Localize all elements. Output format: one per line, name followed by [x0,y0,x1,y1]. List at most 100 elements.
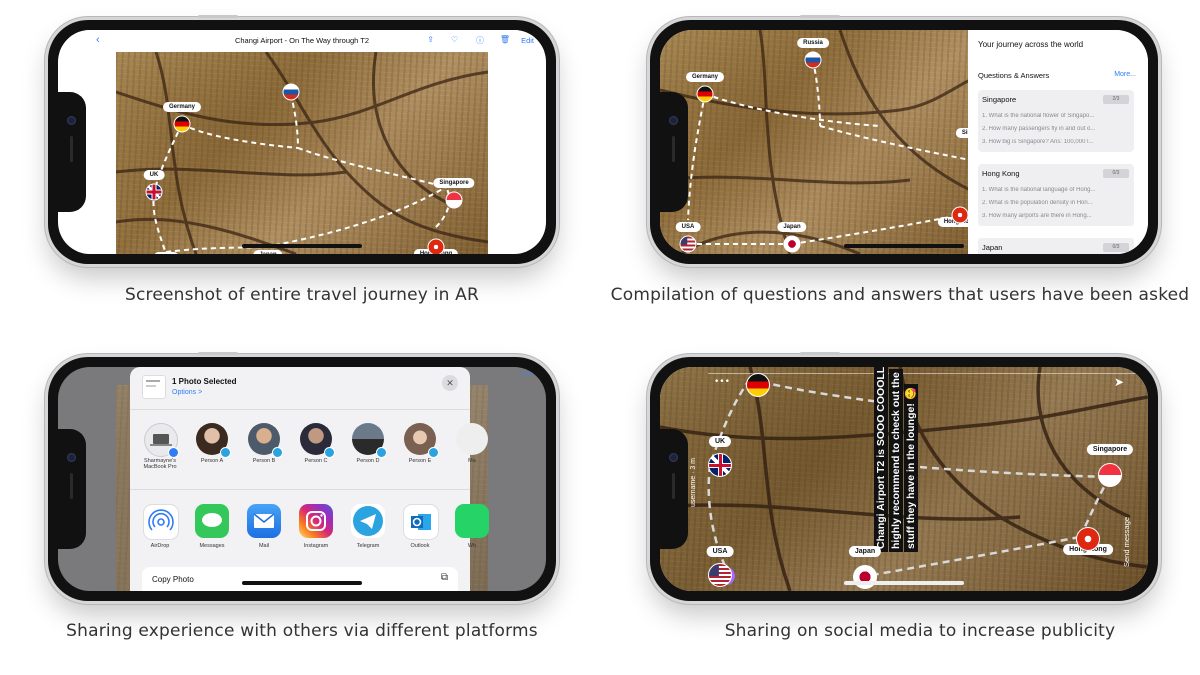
qa-card-singapore[interactable]: Singapore 2/3 1. What is the national fl… [978,90,1134,152]
caption-qa: Compilation of questions and answers tha… [610,285,1190,305]
card-title: Singapore [982,95,1017,104]
telegram-badge-icon [376,447,387,458]
story-progress-bar [708,373,1148,374]
phone-frame-qa: Germany Russia USA Japan Hong Kong Singa [650,15,1158,264]
caption-journey: Screenshot of entire travel journey in A… [125,285,479,305]
notch [58,429,86,549]
panel-title: Your journey across the world [978,40,1084,49]
phone-screen: ‹ Changi Airport - On The Way through T2… [58,30,546,254]
divider [130,409,470,410]
speaker-grille [70,136,73,162]
card-title: Hong Kong [982,169,1020,178]
app-label: Mail [258,543,270,549]
singapore-flag-icon [445,191,463,209]
username-label[interactable]: username · 3 m [690,458,697,507]
notch [660,92,688,212]
pin-label: Germany [162,102,202,112]
home-indicator[interactable] [844,244,964,248]
person-label: Ma [468,458,476,464]
journey-title: Changi Airport - On The Way through T2 [234,36,370,45]
question-text: 3. How many airports are there in Hong..… [982,213,1092,219]
divider [130,489,470,490]
pin-label: Japan [848,546,882,557]
info-icon[interactable]: ⓘ [476,35,484,46]
volume-button [800,15,840,18]
caption-share: Sharing experience with others via diffe… [66,621,538,641]
person-label: Person D [356,458,380,464]
journey-toolbar: ‹ Changi Airport - On The Way through T2… [58,30,546,52]
question-text: 2. How many passengers fly in and out o.… [982,126,1096,132]
phone-screen: Germany Russia USA Japan Hong Kong Singa [660,30,1148,254]
camera-icon [67,453,76,462]
uk-flag-icon [145,183,163,201]
telegram-badge-icon [272,447,283,458]
pin-label: UK [143,170,165,180]
avatar [456,423,488,455]
speaker-grille [70,473,73,499]
question-text: 1. What is the national language of Hong… [982,187,1096,193]
qa-card-hong-kong[interactable]: Hong Kong 0/3 1. What is the national la… [978,164,1134,226]
telegram-badge-icon [324,447,335,458]
mail-icon [247,504,281,538]
notch [660,429,688,549]
japan-flag-icon [853,565,877,589]
person-label: Person A [200,458,224,464]
send-arrow-icon[interactable]: ➤ [1114,375,1124,389]
telegram-badge-icon [428,447,439,458]
share-sheet: 1 Photo Selected Options > ✕ Sharmayne's… [130,367,489,591]
share-icon[interactable]: ⇪ [427,35,434,44]
send-message-input[interactable]: Send message [1122,517,1131,567]
messages-icon [195,504,229,538]
outlook-icon [403,504,439,540]
instagram-icon [299,504,333,538]
photo-thumbnail [142,375,166,399]
story-text: Changi Airport T2 is SOOO COOOLL! highly… [874,367,918,552]
heart-icon[interactable]: ♡ [451,35,458,44]
home-indicator[interactable] [242,581,362,585]
ar-map-view[interactable]: Germany UK Singapore USA Japan [116,52,488,254]
person-label: Person B [252,458,276,464]
story-caption: Changi Airport T2 is SOOO COOOLL! highly… [874,367,919,552]
edit-button[interactable]: Edit [521,36,534,45]
airdrop-icon [143,504,179,540]
caption-social: Sharing on social media to increase publ… [724,621,1116,641]
pin-label: USA [675,222,701,232]
options-link[interactable]: Options > [172,389,202,396]
progress-badge: 2/3 [1103,95,1129,104]
volume-button [198,15,238,18]
question-text: 2. What is the population density in Hon… [982,200,1093,206]
app-label: Wh [467,543,477,549]
russia-flag-icon [282,83,300,101]
pin-label: Singapore [1086,444,1134,455]
qa-panel: Your journey across the world Questions … [968,30,1148,254]
app-label: Instagram [303,543,329,549]
close-icon[interactable]: ✕ [442,375,458,391]
hong-kong-flag-icon [1076,527,1100,551]
qa-card-japan[interactable]: Japan 0/3 [978,238,1134,254]
person-label: Person E [408,458,432,464]
person-label: Sharmayne's MacBook Pro [143,458,177,470]
trash-icon[interactable]: 🗑 [500,35,510,44]
phone-frame-share: Edit 1 Photo Selected Options > ✕ Sharma… [48,352,556,601]
card-title: Japan [982,243,1003,252]
japan-flag-icon [783,235,801,253]
app-label: Telegram [356,543,380,549]
copy-icon: ⧉ [440,572,448,583]
pin-label: Russia [797,38,829,48]
copy-photo-action[interactable]: Copy Photo ⧉ [142,567,458,591]
progress-badge: 0/3 [1103,169,1129,178]
usa-flag-icon [679,235,697,253]
pin-label: Germany [685,72,725,82]
home-indicator[interactable] [242,244,362,248]
ar-map-view[interactable]: Germany Russia USA Japan Hong Kong Singa [660,30,970,254]
more-link[interactable]: More... [1114,71,1136,78]
volume-button [800,352,840,355]
edit-button-dimmed: Edit [521,369,534,378]
pin-label: UK [708,436,732,447]
app-label: Messages [199,543,225,549]
more-icon[interactable]: ••• [714,377,730,387]
phone-screen: Edit 1 Photo Selected Options > ✕ Sharma… [58,367,546,591]
camera-icon [669,116,678,125]
speaker-grille [672,473,675,499]
home-indicator[interactable] [844,581,964,585]
